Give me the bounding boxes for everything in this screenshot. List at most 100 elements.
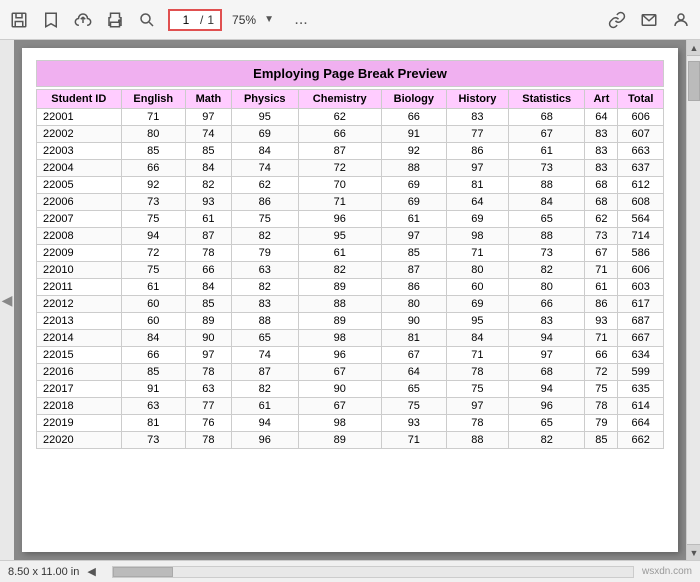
data-cell: 64	[446, 194, 508, 211]
data-cell: 608	[618, 194, 664, 211]
data-cell: 91	[381, 126, 446, 143]
data-cell: 69	[446, 296, 508, 313]
data-cell: 75	[121, 211, 185, 228]
data-cell: 66	[121, 347, 185, 364]
data-cell: 84	[186, 160, 232, 177]
student-id-cell: 22018	[37, 398, 122, 415]
bottom-left-arrow[interactable]: ◀	[87, 565, 95, 578]
data-cell: 90	[298, 381, 381, 398]
horiz-scroll-thumb[interactable]	[113, 567, 173, 577]
data-cell: 90	[381, 313, 446, 330]
data-cell: 63	[186, 381, 232, 398]
data-cell: 88	[446, 432, 508, 449]
data-cell: 67	[381, 347, 446, 364]
data-cell: 98	[446, 228, 508, 245]
data-cell: 662	[618, 432, 664, 449]
more-icon[interactable]: ...	[290, 9, 312, 31]
table-col-header: English	[121, 90, 185, 109]
upload-icon[interactable]	[72, 9, 94, 31]
data-cell: 714	[618, 228, 664, 245]
data-cell: 67	[508, 126, 585, 143]
data-cell: 82	[231, 381, 298, 398]
print-icon[interactable]	[104, 9, 126, 31]
left-page-arrow[interactable]: ◀	[0, 40, 14, 560]
scroll-thumb[interactable]	[688, 61, 700, 101]
data-cell: 60	[446, 279, 508, 296]
data-cell: 92	[121, 177, 185, 194]
data-cell: 68	[585, 177, 618, 194]
data-cell: 71	[121, 109, 185, 126]
data-cell: 93	[381, 415, 446, 432]
zoom-level: 75%	[232, 13, 256, 27]
data-cell: 78	[446, 415, 508, 432]
data-cell: 86	[231, 194, 298, 211]
data-cell: 82	[231, 279, 298, 296]
data-cell: 71	[298, 194, 381, 211]
data-cell: 83	[446, 109, 508, 126]
data-cell: 66	[585, 347, 618, 364]
document-page: Employing Page Break Preview Student IDE…	[22, 48, 678, 552]
search-icon[interactable]	[136, 9, 158, 31]
scroll-up-button[interactable]: ▲	[687, 40, 700, 56]
page-current-input[interactable]: 1	[176, 13, 196, 27]
data-cell: 61	[231, 398, 298, 415]
data-cell: 61	[186, 211, 232, 228]
mail-icon[interactable]	[638, 9, 660, 31]
data-cell: 88	[508, 177, 585, 194]
data-cell: 80	[381, 296, 446, 313]
student-id-cell: 22015	[37, 347, 122, 364]
data-cell: 69	[446, 211, 508, 228]
data-cell: 75	[585, 381, 618, 398]
scroll-down-button[interactable]: ▼	[687, 544, 700, 560]
data-cell: 82	[231, 228, 298, 245]
student-id-cell: 22004	[37, 160, 122, 177]
data-cell: 564	[618, 211, 664, 228]
data-cell: 637	[618, 160, 664, 177]
data-cell: 68	[508, 364, 585, 381]
data-cell: 614	[618, 398, 664, 415]
bookmark-icon[interactable]	[40, 9, 62, 31]
user-icon[interactable]	[670, 9, 692, 31]
data-cell: 83	[508, 313, 585, 330]
student-id-cell: 22014	[37, 330, 122, 347]
table-row: 220156697749667719766634	[37, 347, 664, 364]
data-cell: 84	[231, 143, 298, 160]
data-cell: 66	[381, 109, 446, 126]
student-id-cell: 22009	[37, 245, 122, 262]
table-body: 2200171979562668368646062200280746966917…	[37, 109, 664, 449]
data-cell: 66	[121, 160, 185, 177]
data-cell: 76	[186, 415, 232, 432]
data-cell: 83	[231, 296, 298, 313]
data-cell: 61	[121, 279, 185, 296]
data-cell: 65	[508, 211, 585, 228]
data-cell: 92	[381, 143, 446, 160]
data-cell: 78	[186, 364, 232, 381]
data-cell: 82	[298, 262, 381, 279]
table-row: 220198176949893786579664	[37, 415, 664, 432]
save-icon[interactable]	[8, 9, 30, 31]
data-cell: 73	[508, 245, 585, 262]
data-cell: 71	[585, 262, 618, 279]
table-row: 220148490659881849471667	[37, 330, 664, 347]
data-cell: 95	[231, 109, 298, 126]
data-cell: 64	[381, 364, 446, 381]
zoom-dropdown-icon[interactable]: ▼	[258, 9, 280, 31]
table-row: 220077561759661696562564	[37, 211, 664, 228]
data-cell: 86	[585, 296, 618, 313]
horizontal-scrollbar[interactable]	[112, 566, 634, 578]
link-icon[interactable]	[606, 9, 628, 31]
data-cell: 77	[446, 126, 508, 143]
doc-viewer: Employing Page Break Preview Student IDE…	[14, 40, 686, 560]
table-col-header: Student ID	[37, 90, 122, 109]
data-cell: 85	[381, 245, 446, 262]
toolbar-right	[606, 9, 692, 31]
data-cell: 95	[298, 228, 381, 245]
data-cell: 62	[298, 109, 381, 126]
data-cell: 87	[381, 262, 446, 279]
data-cell: 81	[121, 415, 185, 432]
data-cell: 85	[585, 432, 618, 449]
data-cell: 84	[446, 330, 508, 347]
data-cell: 72	[585, 364, 618, 381]
data-cell: 61	[381, 211, 446, 228]
student-id-cell: 22001	[37, 109, 122, 126]
